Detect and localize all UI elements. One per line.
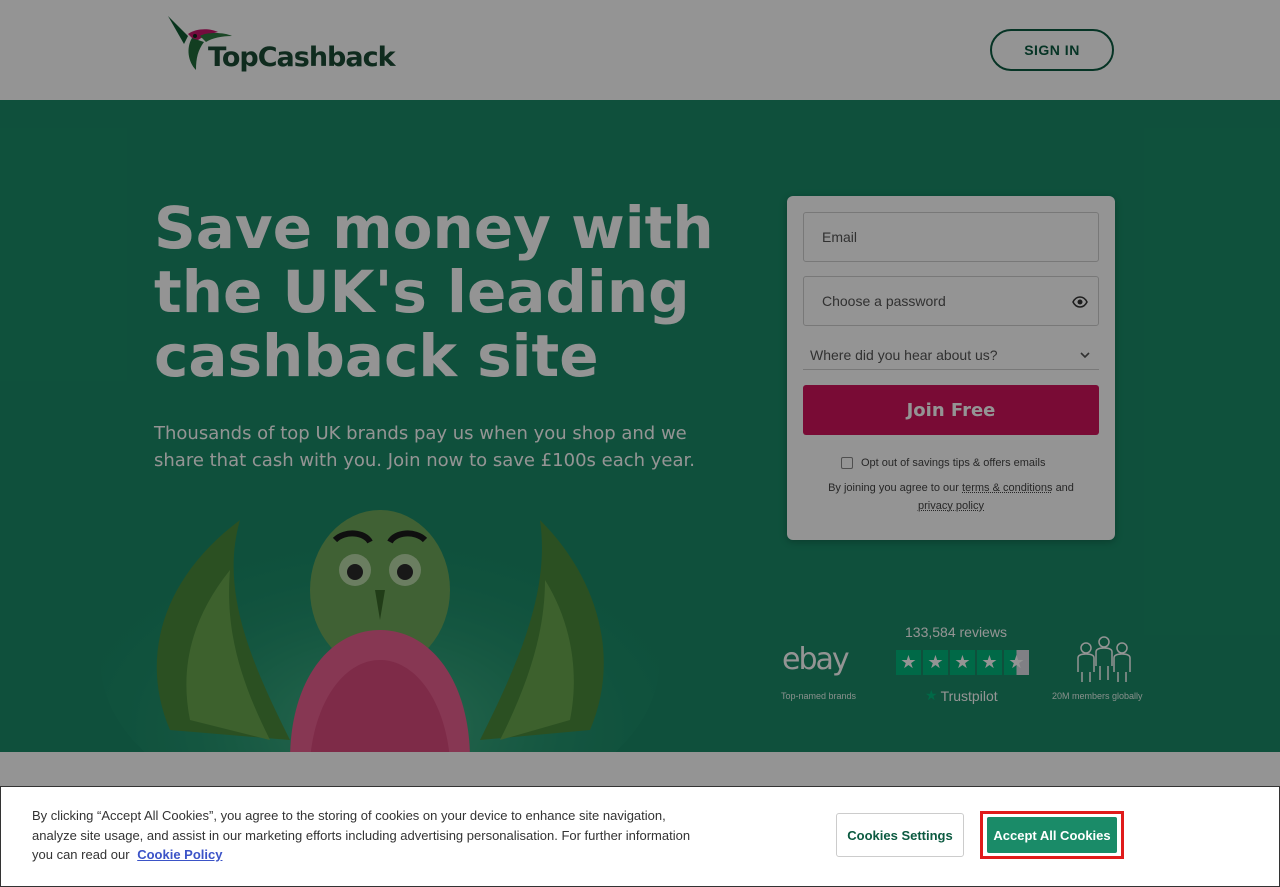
accept-all-cookies-button[interactable]: Accept All Cookies: [987, 817, 1117, 853]
cookie-policy-link[interactable]: Cookie Policy: [137, 847, 222, 862]
cookie-banner: By clicking “Accept All Cookies”, you ag…: [0, 786, 1280, 887]
cookie-text: By clicking “Accept All Cookies”, you ag…: [32, 806, 712, 865]
modal-overlay: [0, 0, 1280, 887]
accept-all-cookies-highlight[interactable]: Accept All Cookies: [980, 811, 1124, 859]
cookies-settings-button[interactable]: Cookies Settings: [836, 813, 964, 857]
cookie-message: By clicking “Accept All Cookies”, you ag…: [32, 808, 691, 862]
